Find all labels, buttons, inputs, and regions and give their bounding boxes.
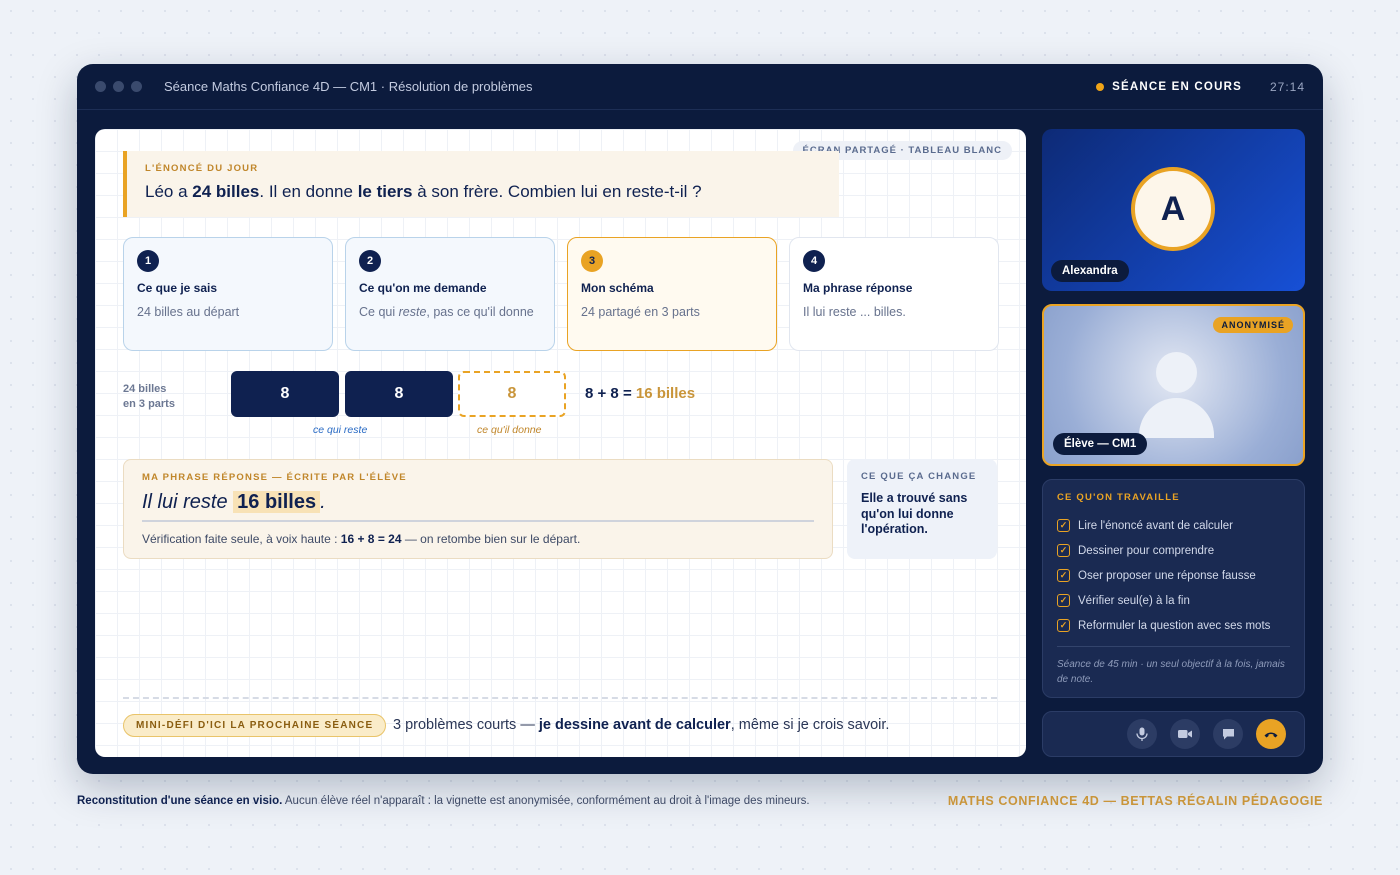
step-description: 24 partagé en 3 parts [581, 305, 700, 319]
checkbox-checked-icon[interactable]: ✓ [1057, 519, 1070, 532]
objective-item[interactable]: ✓ Dessiner pour comprendre [1057, 538, 1290, 563]
window-title: Séance Maths Confiance 4D — CM1 · Résolu… [164, 79, 533, 94]
caption-kept: ce qui reste [313, 424, 368, 436]
verification-note: Vérification faite seule, à voix haute :… [142, 532, 581, 546]
session-timer: 27:14 [1269, 79, 1305, 94]
mic-icon[interactable] [1127, 719, 1157, 749]
step-number: 3 [581, 250, 603, 272]
step-description: 24 billes au départ [137, 305, 240, 319]
mini-defi-text: 3 problèmes courts — je dessine avant de… [393, 717, 890, 733]
objective-item[interactable]: ✓ Lire l'énoncé avant de calculer [1057, 513, 1290, 538]
checkbox-checked-icon[interactable]: ✓ [1057, 619, 1070, 632]
step-number: 2 [359, 250, 381, 272]
live-indicator [1096, 82, 1105, 91]
teacher-video[interactable]: A Alexandra [1042, 129, 1305, 291]
session-status: SÉANCE EN COURS [1096, 81, 1242, 93]
schema-label: 24 billes en 3 parts [123, 383, 175, 410]
statement-kicker: L'ÉNONCÉ DU JOUR [145, 163, 259, 174]
step-description: Ce qui reste, pas ce qu'il donne [359, 305, 534, 319]
title-bar: Séance Maths Confiance 4D — CM1 · Résolu… [77, 64, 1323, 110]
step-card-1: 1 Ce que je sais 24 billes au départ [123, 237, 333, 351]
status-label: SÉANCE EN COURS [1112, 80, 1242, 93]
bar-segment-1: 8 [231, 371, 339, 417]
camera-icon[interactable] [1170, 719, 1200, 749]
checkbox-checked-icon[interactable]: ✓ [1057, 569, 1070, 582]
anonymized-badge: ANONYMISÉ [1213, 317, 1293, 333]
change-kicker: CE QUE ÇA CHANGE [861, 471, 977, 482]
session-note: Séance de 45 min · un seul objectif à la… [1057, 646, 1290, 687]
step-description: Il lui reste ... billes. [803, 305, 906, 319]
step-title: Mon schéma [581, 281, 654, 295]
teacher-name-tag: Alexandra [1051, 260, 1129, 282]
objective-item[interactable]: ✓ Oser proposer une réponse fausse [1057, 563, 1290, 588]
student-name-tag: Élève — CM1 [1053, 433, 1148, 455]
chat-icon[interactable] [1213, 719, 1243, 749]
objective-item[interactable]: ✓ Reformuler la question avec ses mots [1057, 613, 1290, 638]
step-title: Ce que je sais [137, 281, 218, 295]
what-changes-card: CE QUE ÇA CHANGE Elle a trouvé sans qu'o… [847, 459, 997, 559]
mini-defi-badge: MINI-DÉFI D'ICI LA PROCHAINE SÉANCE [123, 714, 387, 737]
step-card-2: 2 Ce qu'on me demande Ce qui reste, pas … [345, 237, 555, 351]
student-answer: MA PHRASE RÉPONSE — ÉCRITE PAR L'ÉLÈVE I… [123, 459, 833, 559]
maximize-dot[interactable] [131, 81, 142, 92]
step-number: 1 [137, 250, 159, 272]
app-window: Séance Maths Confiance 4D — CM1 · Résolu… [77, 64, 1323, 774]
dashed-divider [123, 697, 997, 699]
step-card-4: 4 Ma phrase réponse Il lui reste ... bil… [789, 237, 999, 351]
caption-given: ce qu'il donne [477, 424, 542, 436]
statement-text: Léo a 24 billes. Il en donne le tiers à … [145, 182, 702, 201]
equation: 8 + 8 = 16 billes [585, 385, 696, 402]
checkbox-checked-icon[interactable]: ✓ [1057, 544, 1070, 557]
footer-brand: MATHS CONFIANCE 4D — BETTAS RÉGALIN PÉDA… [947, 794, 1323, 808]
whiteboard[interactable]: ÉCRAN PARTAGÉ · TABLEAU BLANC L'ÉNONCÉ D… [95, 129, 1026, 757]
answer-sentence: Il lui reste 16 billes. [142, 491, 814, 522]
close-dot[interactable] [95, 81, 106, 92]
objectives-panel: CE QU'ON TRAVAILLE ✓ Lire l'énoncé avant … [1042, 479, 1305, 698]
answer-kicker: MA PHRASE RÉPONSE — ÉCRITE PAR L'ÉLÈVE [142, 472, 407, 483]
step-title: Ce qu'on me demande [359, 281, 487, 295]
objective-item[interactable]: ✓ Vérifier seul(e) à la fin [1057, 588, 1290, 613]
call-controls [1042, 711, 1305, 757]
bar-segment-2: 8 [345, 371, 453, 417]
teacher-avatar: A [1131, 167, 1215, 251]
hang-up-icon[interactable] [1256, 719, 1286, 749]
bar-segment-given: 8 [458, 371, 566, 417]
footer-disclaimer: Reconstitution d'une séance en visio. Au… [77, 795, 810, 807]
step-title: Ma phrase réponse [803, 281, 913, 295]
step-card-3: 3 Mon schéma 24 partagé en 3 parts [567, 237, 777, 351]
objectives-list: ✓ Lire l'énoncé avant de calculer ✓ Dessin… [1057, 513, 1290, 638]
objectives-kicker: CE QU'ON TRAVAILLE [1057, 492, 1180, 503]
student-video[interactable]: ANONYMISÉ Élève — CM1 [1042, 304, 1305, 466]
step-number: 4 [803, 250, 825, 272]
change-text: Elle a trouvé sans qu'on lui donne l'opé… [861, 491, 968, 537]
minimize-dot[interactable] [113, 81, 124, 92]
person-placeholder-icon [1139, 352, 1214, 438]
checkbox-checked-icon[interactable]: ✓ [1057, 594, 1070, 607]
problem-statement: L'ÉNONCÉ DU JOUR Léo a 24 billes. Il en … [123, 151, 839, 217]
window-controls [95, 81, 142, 92]
